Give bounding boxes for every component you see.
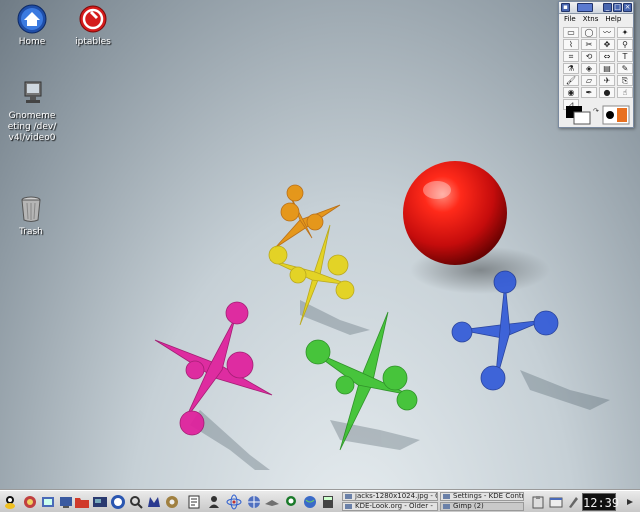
- pen-icon[interactable]: [565, 494, 581, 510]
- monitor-icon[interactable]: [58, 494, 74, 510]
- gimp-menubar: File Xtns Help: [559, 14, 633, 25]
- zoom-tool-icon[interactable]: [128, 494, 144, 510]
- text-icon[interactable]: T: [617, 51, 633, 62]
- network-icon[interactable]: [246, 494, 262, 510]
- airbrush-icon[interactable]: ✈: [599, 75, 615, 86]
- task-app-icon: [443, 494, 450, 499]
- atom-icon[interactable]: [226, 494, 242, 510]
- bucket-fill-icon[interactable]: ◈: [581, 63, 597, 74]
- panel-arrow-icon[interactable]: [622, 494, 638, 510]
- smudge-icon[interactable]: ☝: [617, 87, 633, 98]
- pencil-icon[interactable]: ✎: [617, 63, 633, 74]
- shadow-blue: [520, 370, 610, 410]
- gradient-icon[interactable]: ▤: [599, 63, 615, 74]
- browser-icon[interactable]: [110, 494, 126, 510]
- home-icon: [17, 4, 47, 34]
- clipboard-icon[interactable]: [530, 494, 546, 510]
- color-selector[interactable]: ↷: [563, 104, 631, 126]
- globe-icon[interactable]: [302, 494, 318, 510]
- gradient-preview: [617, 108, 627, 122]
- desktop: Home iptables Gnomemeeting /dev/v4l/vide…: [0, 0, 640, 490]
- task-label: KDE-Look.org - Older -: [355, 502, 433, 510]
- window-list-icon[interactable]: [548, 494, 564, 510]
- menu-xtns[interactable]: Xtns: [583, 14, 599, 25]
- paintbrush-icon[interactable]: 🖌: [563, 75, 579, 86]
- bezier-select-icon[interactable]: ⌇: [563, 39, 579, 50]
- clock[interactable]: 12:39: [582, 493, 619, 511]
- task-app-icon: [345, 504, 352, 509]
- menu-help[interactable]: Help: [605, 14, 621, 25]
- maximize-icon[interactable]: □: [613, 3, 622, 12]
- desktop-icon-home[interactable]: Home: [0, 4, 64, 48]
- user-icon[interactable]: [206, 494, 222, 510]
- iptables-icon: [79, 5, 107, 33]
- editor-icon[interactable]: [186, 494, 202, 510]
- gimp-tool-grid: ▭ ◯ 〰 ✦ ⌇ ✂ ✥ ⚲ ⌗ ⟲ ⇔ T ⚗ ◈ ▤ ✎ 🖌 ▱ ✈ ⎘ …: [559, 25, 633, 112]
- wallpaper-jacks-scene: [154, 161, 610, 470]
- shadow-green: [330, 420, 420, 450]
- task-jacks-image[interactable]: jacks-1280x1024.jpg - Gi: [342, 492, 438, 501]
- convolve-icon[interactable]: ◉: [563, 87, 579, 98]
- transform-icon[interactable]: ⟲: [581, 51, 597, 62]
- red-ball: [403, 161, 507, 265]
- desktop-icon-label: Home: [18, 37, 46, 47]
- scissors-icon[interactable]: ✂: [581, 39, 597, 50]
- trash-icon: [21, 196, 41, 222]
- window-menu-icon[interactable]: ▪: [561, 3, 570, 12]
- crop-icon[interactable]: ⌗: [563, 51, 579, 62]
- mozilla-icon[interactable]: [146, 494, 162, 510]
- k-menu-icon[interactable]: [2, 494, 18, 510]
- task-app-icon: [345, 494, 352, 499]
- task-kde-settings[interactable]: Settings - KDE Control M: [440, 492, 524, 501]
- folder-icon[interactable]: [74, 494, 90, 510]
- fuzzy-select-icon[interactable]: ✦: [617, 27, 633, 38]
- gimp-titlebar[interactable]: ▪ _ □ ×: [559, 2, 633, 14]
- desktop-icon-gnomemeeting[interactable]: Gnomemeeting /dev/v4l/video0: [0, 78, 64, 144]
- window-title-pill: [577, 3, 593, 12]
- task-label: Settings - KDE Control M: [453, 492, 524, 500]
- control-center-icon[interactable]: [22, 494, 38, 510]
- clone-icon[interactable]: ⎘: [617, 75, 633, 86]
- desktop-icon-iptables[interactable]: iptables: [61, 4, 125, 48]
- zoom-icon[interactable]: ⚲: [617, 39, 633, 50]
- minimize-icon[interactable]: _: [603, 3, 612, 12]
- eraser-icon[interactable]: ▱: [581, 75, 597, 86]
- gimp-toolbox-window[interactable]: ▪ _ □ × File Xtns Help ▭ ◯ 〰 ✦ ⌇ ✂ ✥ ⚲ ⌗…: [558, 1, 634, 128]
- dodge-icon[interactable]: ●: [599, 87, 615, 98]
- webcam-icon: [24, 81, 42, 103]
- help-icon[interactable]: [40, 494, 56, 510]
- task-label: Gimp (2): [453, 502, 484, 510]
- rect-select-icon[interactable]: ▭: [563, 27, 579, 38]
- desktop-icon-label: Trash: [19, 227, 43, 237]
- desktop-icon-label: Gnomemeeting /dev/v4l/video0: [7, 111, 57, 143]
- desktop-icon-trash[interactable]: Trash: [0, 194, 63, 238]
- brush-preview: [606, 111, 614, 119]
- flip-icon[interactable]: ⇔: [599, 51, 615, 62]
- terminal-icon[interactable]: [92, 494, 108, 510]
- calculator-icon[interactable]: [320, 494, 336, 510]
- spaceship-icon[interactable]: [264, 494, 280, 510]
- task-gimp[interactable]: Gimp (2): [440, 502, 524, 511]
- free-select-icon[interactable]: 〰: [599, 27, 615, 38]
- task-kde-look[interactable]: KDE-Look.org - Older -: [342, 502, 438, 511]
- shadow-yellow: [300, 300, 370, 335]
- kde-panel: jacks-1280x1024.jpg - Gi KDE-Look.org - …: [0, 490, 640, 512]
- close-icon[interactable]: ×: [623, 3, 632, 12]
- gear-icon[interactable]: [164, 494, 180, 510]
- task-app-icon: [443, 504, 450, 509]
- task-label: jacks-1280x1024.jpg - Gi: [355, 492, 438, 500]
- background-color-swatch: [573, 111, 591, 125]
- menu-file[interactable]: File: [564, 14, 576, 25]
- ellipse-select-icon[interactable]: ◯: [581, 27, 597, 38]
- search-icon[interactable]: [284, 494, 300, 510]
- ink-icon[interactable]: ✒: [581, 87, 597, 98]
- swap-colors-icon: ↷: [593, 107, 599, 115]
- jack-magenta: [154, 301, 273, 436]
- jack-orange: [274, 184, 341, 249]
- desktop-icon-label: iptables: [75, 37, 111, 47]
- color-picker-icon[interactable]: ⚗: [563, 63, 579, 74]
- move-icon[interactable]: ✥: [599, 39, 615, 50]
